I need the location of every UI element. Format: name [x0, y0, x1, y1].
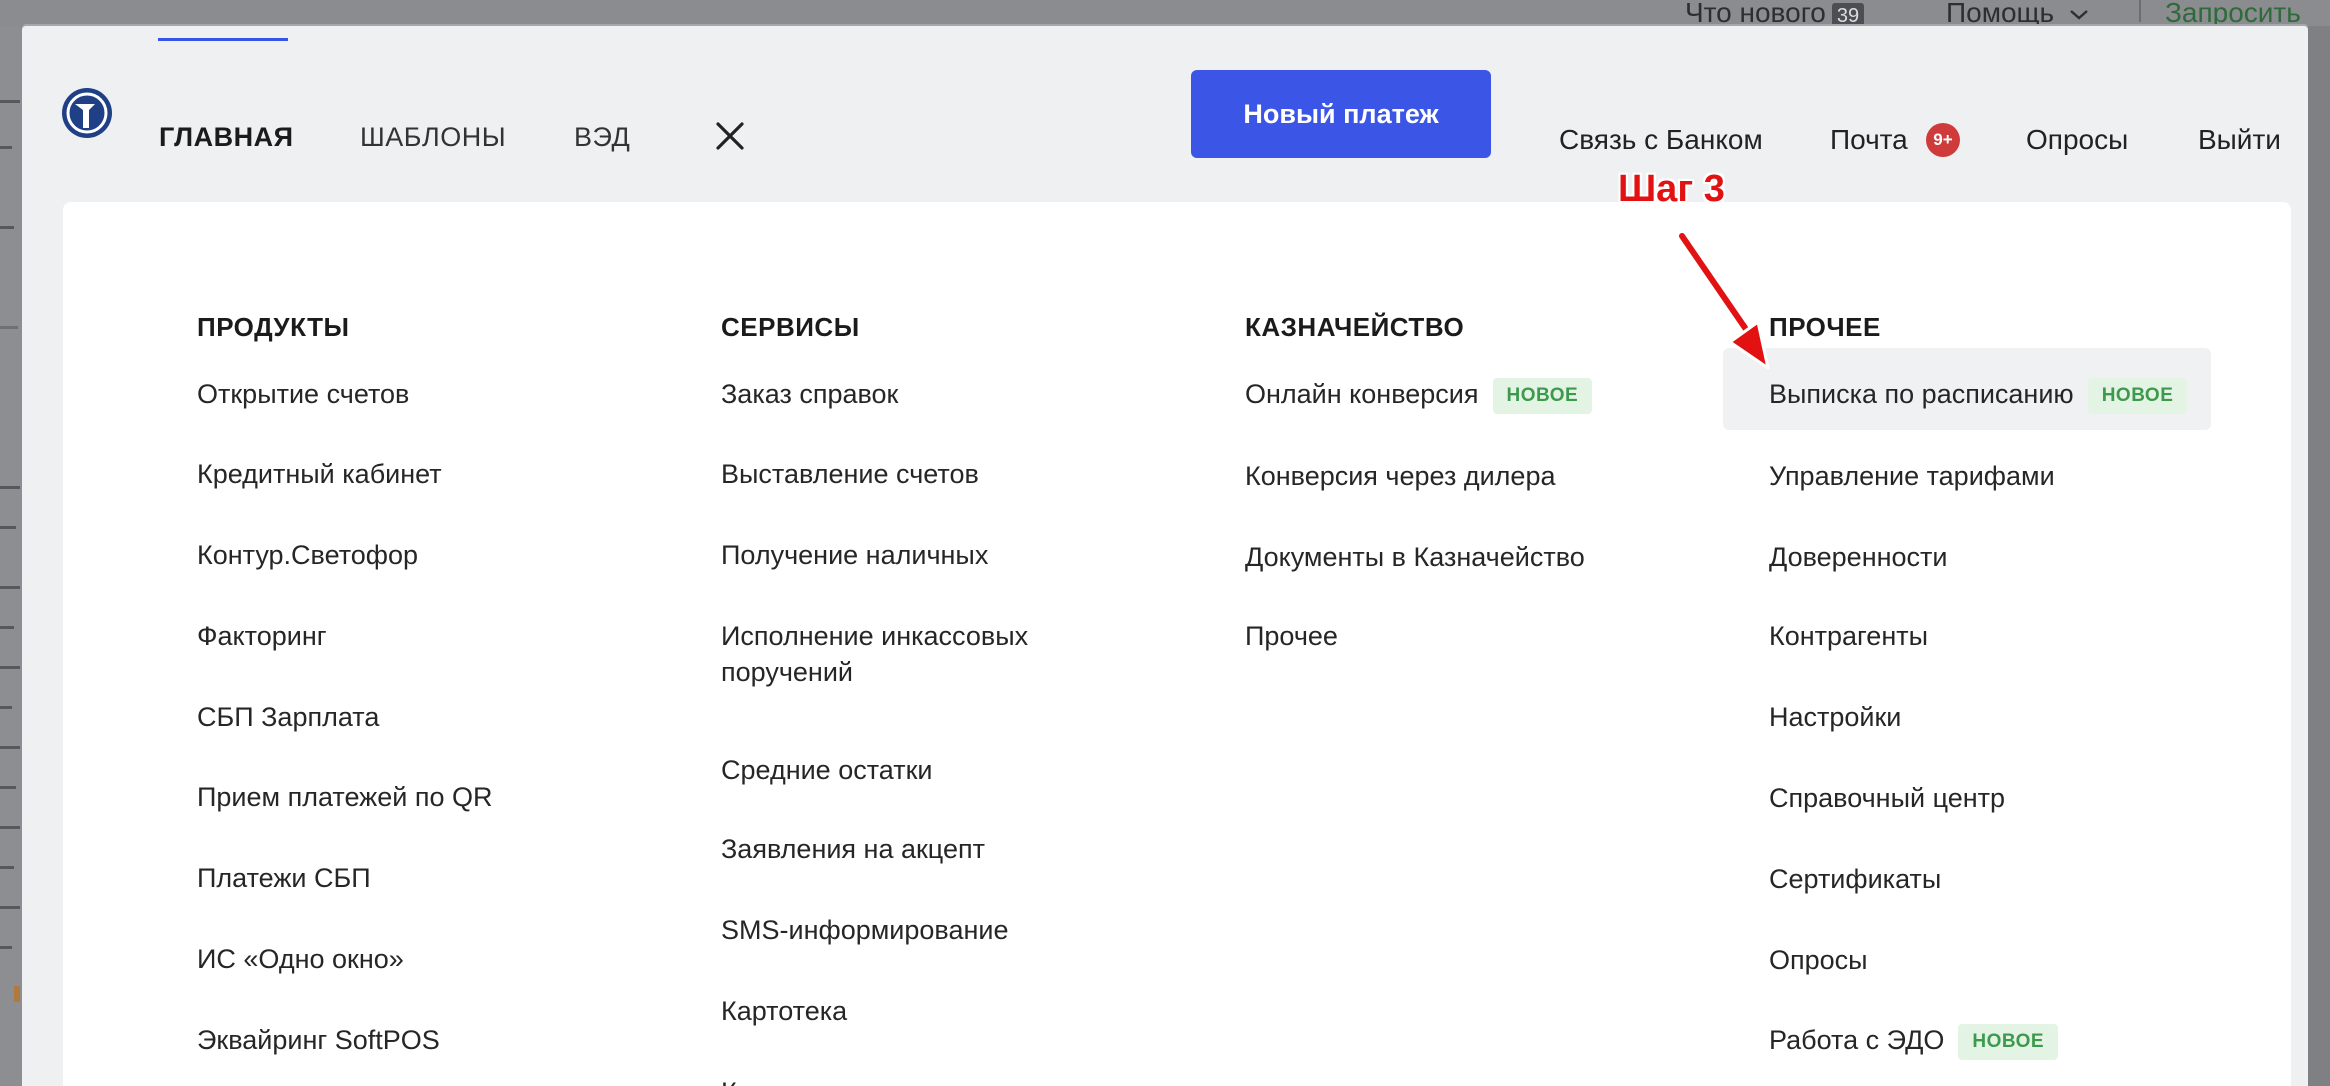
bg-fragment — [0, 746, 20, 749]
mail-link[interactable]: Почта — [1830, 124, 1908, 156]
new-payment-button[interactable]: Новый платеж — [1191, 70, 1491, 158]
bg-fragment — [0, 526, 16, 529]
bg-help-label: Помощь — [1946, 0, 2055, 24]
menu-item-edo[interactable]: Работа с ЭДО НОВОЕ — [1769, 1022, 2059, 1060]
menu-item-card-file[interactable]: Картотека — [721, 993, 847, 1029]
bg-fragment — [0, 586, 20, 589]
mail-count-badge: 9+ — [1926, 123, 1960, 157]
menu-item-settings[interactable]: Настройки — [1769, 699, 1901, 735]
menu-item-powers-of-attorney[interactable]: Доверенности — [1769, 539, 1947, 575]
main-menu-panel: ГЛАВНАЯ ШАБЛОНЫ ВЭД Новый платеж Связь с… — [22, 26, 2308, 1086]
menu-item-open-accounts[interactable]: Открытие счетов — [197, 376, 409, 412]
menu-item-softpos[interactable]: Эквайринг SoftPOS — [197, 1022, 440, 1058]
menu-item-scheduled-statement[interactable]: Выписка по расписанию НОВОЕ — [1769, 376, 2188, 414]
polls-link[interactable]: Опросы — [2026, 124, 2128, 156]
bg-fragment — [0, 866, 14, 869]
menu-item-tariff-management[interactable]: Управление тарифами — [1769, 458, 2055, 494]
menu-item-sbp-salary[interactable]: СБП Зарплата — [197, 699, 379, 735]
menu-item-one-window[interactable]: ИС «Одно окно» — [197, 941, 404, 977]
close-menu-button[interactable] — [706, 112, 754, 160]
new-badge: НОВОЕ — [1492, 377, 1593, 414]
step-arrow-icon — [1676, 230, 1770, 370]
close-icon — [716, 122, 744, 150]
bg-fragment — [0, 666, 20, 669]
bg-fragment — [0, 226, 14, 229]
chevron-down-icon — [2070, 10, 2088, 20]
menu-item-help-center[interactable]: Справочный центр — [1769, 780, 2005, 816]
bg-fragment — [0, 626, 14, 629]
menu-item-cash-withdrawal[interactable]: Получение наличных — [721, 537, 988, 573]
menu-item-dealer-conversion[interactable]: Конверсия через дилера — [1245, 458, 1555, 494]
menu-item-invoicing[interactable]: Выставление счетов — [721, 456, 979, 492]
menu-item-treasury-documents[interactable]: Документы в Казначейство — [1245, 539, 1585, 575]
menu-item-label: Выписка по расписанию — [1769, 379, 2074, 409]
menu-item-factoring[interactable]: Факторинг — [197, 618, 327, 654]
bg-fragment — [0, 706, 12, 709]
tab-templates[interactable]: ШАБЛОНЫ — [360, 122, 506, 153]
menu-item-online-conversion[interactable]: Онлайн конверсия НОВОЕ — [1245, 376, 1593, 414]
bg-fragment — [0, 826, 20, 829]
menu-item-treasury-other[interactable]: Прочее — [1245, 618, 1338, 654]
menu-item-counterparties[interactable]: Контрагенты — [1769, 618, 1928, 654]
column-heading: ПРОДУКТЫ — [197, 312, 350, 342]
menu-item-credit-cabinet[interactable]: Кредитный кабинет — [197, 456, 442, 492]
step-annotation-label: Шаг 3 — [1618, 168, 1725, 210]
bg-fragment — [0, 786, 16, 789]
logout-link[interactable]: Выйти — [2198, 124, 2281, 156]
menu-item-label: Работа с ЭДО — [1769, 1025, 1945, 1055]
column-heading: КАЗНАЧЕЙСТВО — [1245, 312, 1465, 342]
bg-fragment — [0, 946, 12, 949]
background-right-strip — [2308, 26, 2330, 1086]
menu-item-label: Онлайн конверсия — [1245, 379, 1479, 409]
bg-whats-new-count: 39 — [1831, 3, 1865, 24]
bg-request: Запросить — [2165, 0, 2301, 24]
tab-ved[interactable]: ВЭД — [574, 122, 630, 153]
column-heading: СЕРВИСЫ — [721, 312, 860, 342]
menu-item-kontur-svetofor[interactable]: Контур.Светофор — [197, 537, 418, 573]
bg-fragment — [0, 100, 20, 103]
bg-fragment — [14, 986, 20, 1002]
menu-item-certificates[interactable]: Сертификаты — [1769, 861, 1941, 897]
bg-divider — [2139, 0, 2141, 22]
bg-fragment — [0, 326, 18, 329]
mega-menu: ПРОДУКТЫ Открытие счетов Кредитный кабин… — [63, 202, 2291, 1086]
menu-item-polls[interactable]: Опросы — [1769, 942, 1868, 978]
menu-item-compliance-assistant[interactable]: Комплаенс-ассистент — [721, 1074, 993, 1086]
menu-item-acceptance-requests[interactable]: Заявления на акцепт — [721, 831, 985, 867]
new-badge: НОВОЕ — [2087, 377, 2188, 414]
bg-fragment — [0, 486, 20, 489]
menu-item-qr-payments[interactable]: Прием платежей по QR — [197, 779, 492, 815]
bg-help: Помощь — [1946, 0, 2090, 24]
column-heading: ПРОЧЕЕ — [1769, 312, 1881, 342]
bg-fragment — [0, 906, 20, 909]
background-topbar: Что нового 39 Помощь Запросить — [0, 0, 2330, 26]
contact-bank-link[interactable]: Связь с Банком — [1559, 124, 1763, 156]
background-left-strip — [0, 26, 22, 1086]
top-navigation: ГЛАВНАЯ ШАБЛОНЫ ВЭД Новый платеж Связь с… — [22, 26, 2308, 196]
menu-item-sms-info[interactable]: SMS-информирование — [721, 912, 1008, 948]
bg-fragment — [0, 146, 12, 149]
menu-item-average-balances[interactable]: Средние остатки — [721, 752, 932, 788]
menu-item-order-certificates[interactable]: Заказ справок — [721, 376, 898, 412]
bg-whats-new: Что нового 39 — [1685, 0, 1865, 24]
new-badge: НОВОЕ — [1958, 1023, 2059, 1060]
menu-item-sbp-payments[interactable]: Платежи СБП — [197, 860, 371, 896]
menu-item-collection-orders[interactable]: Исполнение инкассовых поручений — [721, 618, 1081, 690]
bank-logo-icon[interactable] — [60, 86, 114, 140]
bg-whats-new-label: Что нового — [1685, 0, 1826, 24]
tab-main[interactable]: ГЛАВНАЯ — [159, 122, 293, 153]
